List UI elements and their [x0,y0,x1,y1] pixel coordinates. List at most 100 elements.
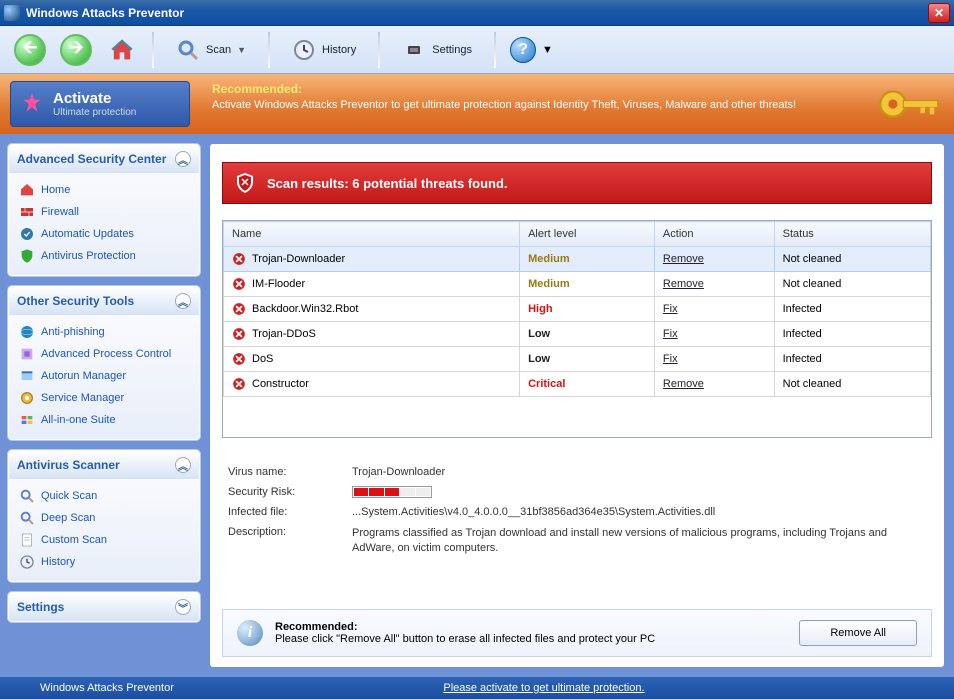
clock-icon [292,38,316,62]
remove-all-button[interactable]: Remove All [799,620,917,646]
chevron-down-icon: ▼ [237,45,246,55]
item-icon [19,412,35,428]
panel-tools: Other Security Tools ︽ Anti-phishingAdva… [8,286,200,440]
recommendation-bar: i Recommended: Please click "Remove All"… [222,609,932,657]
sidebar-item[interactable]: Quick Scan [13,485,195,507]
table-row[interactable]: Trojan-DDoSLowFixInfected [224,322,931,347]
column-header[interactable]: Alert level [520,222,655,247]
alert-level: Low [520,322,655,347]
column-header[interactable]: Status [774,222,930,247]
recommend-body: Please click "Remove All" button to eras… [275,633,787,645]
content-area: ✕ Scan results: 6 potential threats foun… [210,144,944,667]
separator [152,32,154,68]
close-button[interactable]: ✕ [928,3,950,23]
activate-button[interactable]: Activate Ultimate protection [10,81,190,127]
alert-level: Low [520,347,655,372]
sidebar-item[interactable]: History [13,551,195,573]
label-description: Description: [228,526,348,557]
sidebar-item[interactable]: Custom Scan [13,529,195,551]
key-icon [864,74,954,134]
title-bar: Windows Attacks Preventor ✕ [0,0,954,26]
threat-icon [232,352,246,366]
forward-button[interactable]: 🡪 [60,34,92,66]
panel-header-security[interactable]: Advanced Security Center ︽ [9,145,199,173]
status-cell: Infected [774,297,930,322]
item-icon [19,390,35,406]
sidebar-item[interactable]: Firewall [13,201,195,223]
scan-menu[interactable]: Scan ▼ [168,34,254,66]
sidebar-item-label: Quick Scan [41,490,97,502]
help-button[interactable]: ? [510,37,536,63]
status-cell: Not cleaned [774,372,930,397]
threat-name: IM-Flooder [252,278,305,290]
sidebar-item[interactable]: Anti-phishing [13,321,195,343]
risk-segment [400,488,414,496]
value-virus-name: Trojan-Downloader [352,466,926,478]
item-icon [19,510,35,526]
value-infected-file: ...System.Activities\v4.0_4.0.0.0__31bf3… [352,506,926,518]
action-link[interactable]: Fix [663,303,678,315]
activate-title: Activate [53,90,136,107]
back-button[interactable]: 🡨 [14,34,46,66]
sidebar-item[interactable]: Autorun Manager [13,365,195,387]
status-activate-link[interactable]: Please activate to get ultimate protecti… [443,682,644,694]
settings-button[interactable]: Settings [394,34,480,66]
column-header[interactable]: Action [654,222,774,247]
table-row[interactable]: DoSLowFixInfected [224,347,931,372]
sidebar-item[interactable]: Home [13,179,195,201]
shield-icon: ✕ [233,171,257,195]
sidebar-item[interactable]: Antivirus Protection [13,245,195,267]
threat-name: Constructor [252,378,309,390]
label-security-risk: Security Risk: [228,486,348,498]
sidebar-item-label: Service Manager [41,392,124,404]
table-row[interactable]: ConstructorCriticalRemoveNot cleaned [224,372,931,397]
separator [378,32,380,68]
status-cell: Not cleaned [774,272,930,297]
banner-body: Activate Windows Attacks Preventor to ge… [212,98,852,112]
risk-segment [416,488,430,496]
action-link[interactable]: Remove [663,253,704,265]
sidebar-item[interactable]: Deep Scan [13,507,195,529]
item-icon [19,554,35,570]
threat-name: Trojan-Downloader [252,253,345,265]
sidebar-item[interactable]: All-in-one Suite [13,409,195,431]
value-description: Programs classified as Trojan download a… [352,526,926,557]
status-bar: Windows Attacks Preventor Please activat… [0,677,954,699]
home-button[interactable] [106,34,138,66]
sidebar-item-label: Antivirus Protection [41,250,136,262]
action-link[interactable]: Remove [663,278,704,290]
table-row[interactable]: Trojan-DownloaderMediumRemoveNot cleaned [224,247,931,272]
threat-details: Virus name: Trojan-Downloader Security R… [222,456,932,567]
column-header[interactable]: Name [224,222,520,247]
threat-name: DoS [252,353,273,365]
threat-icon [232,302,246,316]
app-icon [4,5,20,21]
panel-header-settings[interactable]: Settings ︾ [9,593,199,621]
item-icon [19,182,35,198]
sidebar-item-label: Custom Scan [41,534,107,546]
expand-icon: ︾ [175,599,191,615]
panel-header-scanner[interactable]: Antivirus Scanner ︽ [9,451,199,479]
sidebar-item[interactable]: Advanced Process Control [13,343,195,365]
sidebar-item[interactable]: Service Manager [13,387,195,409]
separator [268,32,270,68]
action-link[interactable]: Fix [663,328,678,340]
table-row[interactable]: IM-FlooderMediumRemoveNot cleaned [224,272,931,297]
table-row[interactable]: Backdoor.Win32.RbotHighFixInfected [224,297,931,322]
history-button[interactable]: History [284,34,364,66]
action-link[interactable]: Fix [663,353,678,365]
action-link[interactable]: Remove [663,378,704,390]
sidebar-item-label: All-in-one Suite [41,414,116,426]
scan-label: Scan [206,44,231,56]
risk-segment [385,488,399,496]
results-title: Scan results: 6 potential threats found. [267,176,508,191]
status-app-name: Windows Attacks Preventor [40,682,174,694]
label-virus-name: Virus name: [228,466,348,478]
sidebar-item[interactable]: Automatic Updates [13,223,195,245]
collapse-icon: ︽ [175,293,191,309]
panel-header-tools[interactable]: Other Security Tools ︽ [9,287,199,315]
svg-text:✕: ✕ [240,177,249,189]
sidebar-item-label: Deep Scan [41,512,95,524]
sidebar-item-label: Autorun Manager [41,370,126,382]
banner-text: Recommended: Activate Windows Attacks Pr… [200,74,864,134]
